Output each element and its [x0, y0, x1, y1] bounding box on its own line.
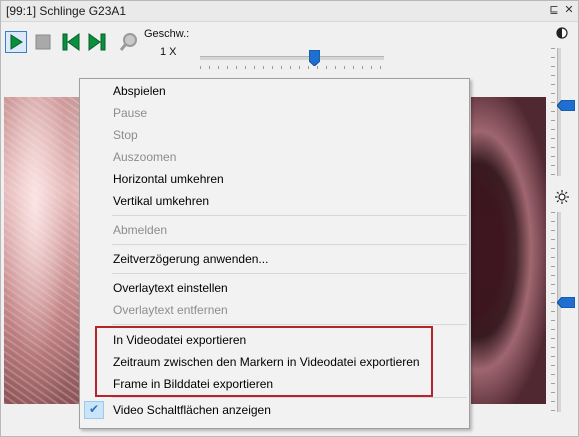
- skip-next-icon: [88, 33, 106, 51]
- context-menu: Abspielen Pause Stop Auszoomen Horizonta…: [79, 78, 470, 429]
- menu-item-flip-horizontal[interactable]: Horizontal umkehren: [113, 172, 224, 186]
- stop-button[interactable]: [32, 31, 54, 53]
- speed-label: Geschw.:: [144, 28, 190, 40]
- play-icon: [10, 34, 23, 50]
- speed-value: 1 X: [160, 46, 177, 58]
- menu-item-show-video-buttons[interactable]: Video Schaltflächen anzeigen: [113, 403, 271, 417]
- title-bar[interactable]: [99:1] Schlinge G23A1 ⊑ ✕: [1, 1, 578, 22]
- window-title: [99:1] Schlinge G23A1: [6, 4, 127, 18]
- pin-icon[interactable]: ⊑: [547, 3, 561, 17]
- close-icon[interactable]: ✕: [562, 3, 576, 17]
- play-button[interactable]: [5, 31, 27, 53]
- menu-item-pause: Pause: [113, 106, 148, 120]
- image-adjust-panel: [547, 22, 578, 436]
- menu-item-show-video-buttons-row[interactable]: ✔ Video Schaltflächen anzeigen: [81, 399, 468, 421]
- menu-item-remove-overlay-text: Overlaytext entfernen: [113, 303, 228, 317]
- brightness-slider-ticks: [551, 212, 555, 412]
- video-image-left: [4, 97, 81, 404]
- video-image-right: [471, 97, 546, 404]
- brightness-slider-track[interactable]: [557, 212, 561, 412]
- brightness-slider-thumb[interactable]: [557, 296, 575, 308]
- previous-frame-button[interactable]: [60, 31, 82, 53]
- zoom-button[interactable]: [118, 31, 140, 53]
- export-highlight-box: [95, 326, 433, 397]
- contrast-icon: [556, 27, 568, 39]
- next-frame-button[interactable]: [86, 31, 108, 53]
- checkmark-icon: ✔: [89, 402, 100, 416]
- menu-item-play[interactable]: Abspielen: [113, 84, 166, 98]
- menu-item-stop: Stop: [113, 128, 138, 142]
- menu-separator: [112, 244, 467, 245]
- contrast-slider-thumb[interactable]: [557, 100, 575, 112]
- speed-slider-ticks: [200, 66, 384, 69]
- skip-previous-icon: [62, 33, 80, 51]
- menu-separator: [112, 215, 467, 216]
- menu-separator: [112, 397, 467, 398]
- menu-separator: [112, 273, 467, 274]
- menu-item-apply-delay[interactable]: Zeitverzögerung anwenden...: [113, 252, 268, 266]
- playback-toolbar: Geschw.: 1 X: [1, 22, 546, 69]
- speed-slider-thumb[interactable]: [308, 50, 320, 66]
- menu-item-unsubscribe: Abmelden: [113, 223, 168, 237]
- menu-item-zoom-out: Auszoomen: [113, 150, 177, 164]
- contrast-slider-track[interactable]: [557, 48, 561, 176]
- zoom-icon: [119, 33, 137, 51]
- speed-slider-track[interactable]: [200, 56, 384, 60]
- menu-item-set-overlay-text[interactable]: Overlaytext einstellen: [113, 281, 228, 295]
- menu-item-flip-vertical[interactable]: Vertikal umkehren: [113, 194, 209, 208]
- menu-separator: [112, 324, 467, 325]
- contrast-slider-ticks: [551, 48, 555, 176]
- brightness-icon: [555, 190, 569, 204]
- checkmark-box: ✔: [84, 401, 104, 419]
- stop-icon: [35, 34, 51, 50]
